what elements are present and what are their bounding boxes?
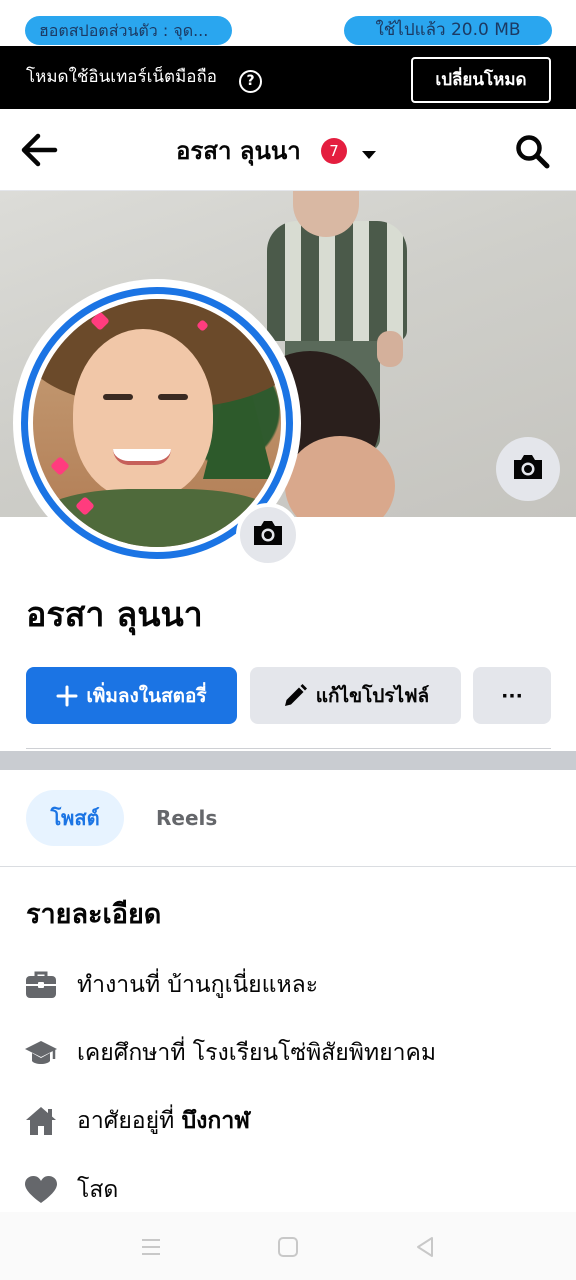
profile-name: อรสา ลุนนา bbox=[26, 595, 203, 635]
system-nav-bar bbox=[0, 1212, 576, 1280]
back-button-icon[interactable] bbox=[410, 1232, 440, 1262]
plus-icon bbox=[56, 685, 78, 707]
work-text: ทำงานที่ บ้านกูเนี่ยแหละ bbox=[77, 972, 319, 998]
hotspot-pill[interactable]: ฮอตสปอตส่วนตัว : จุด... bbox=[25, 16, 232, 45]
dropdown-caret-icon[interactable] bbox=[361, 146, 377, 159]
edit-profile-button[interactable]: แก้ไขโปรไฟล์ bbox=[250, 667, 461, 724]
graduation-cap-icon bbox=[24, 1037, 58, 1069]
back-arrow-icon[interactable] bbox=[20, 133, 58, 167]
detail-education: เคยศึกษาที่ โรงเรียนโซ่พิสัยพิทยาคม bbox=[0, 1033, 576, 1073]
more-dots-icon: ··· bbox=[501, 684, 523, 707]
page-title[interactable]: อรสา ลุนนา bbox=[176, 136, 301, 166]
profile-camera-button[interactable] bbox=[236, 503, 300, 567]
camera-icon bbox=[511, 452, 545, 486]
add-to-story-button[interactable]: เพิ่มลงในสตอรี่ bbox=[26, 667, 237, 724]
home-button-icon[interactable] bbox=[273, 1232, 303, 1262]
top-nav: อรสา ลุนนา 7 bbox=[0, 109, 576, 191]
details-heading: รายละเอียด bbox=[26, 899, 162, 930]
tab-posts[interactable]: โพสต์ bbox=[26, 790, 124, 846]
lives-text: อาศัยอยู่ที่ บึงกาฬ bbox=[77, 1105, 250, 1137]
switch-mode-button[interactable]: เปลี่ยนโหมด bbox=[411, 57, 551, 103]
help-icon[interactable]: ? bbox=[239, 70, 262, 93]
more-options-button[interactable]: ··· bbox=[473, 667, 551, 724]
recent-apps-icon[interactable] bbox=[136, 1232, 166, 1262]
pencil-icon bbox=[282, 683, 308, 709]
divider bbox=[0, 866, 576, 867]
detail-work: ทำงานที่ บ้านกูเนี่ยแหละ bbox=[0, 965, 576, 1005]
home-icon bbox=[24, 1105, 58, 1137]
avatar bbox=[33, 299, 281, 547]
search-icon[interactable] bbox=[514, 133, 550, 169]
heart-icon bbox=[24, 1174, 58, 1206]
lives-place[interactable]: บึงกาฬ bbox=[182, 1108, 250, 1134]
data-usage-pill[interactable]: ใช้ไปแล้ว 20.0 MB bbox=[344, 16, 552, 45]
add-to-story-label: เพิ่มลงในสตอรี่ bbox=[86, 684, 207, 707]
section-separator bbox=[0, 751, 576, 770]
notification-badge: 7 bbox=[321, 138, 347, 164]
tab-reels[interactable]: Reels bbox=[156, 790, 217, 846]
detail-lives: อาศัยอยู่ที่ บึงกาฬ bbox=[0, 1101, 576, 1141]
lives-prefix: อาศัยอยู่ที่ bbox=[77, 1108, 182, 1134]
detail-relationship: โสด bbox=[0, 1170, 576, 1210]
cover-camera-button[interactable] bbox=[496, 437, 560, 501]
data-mode-text: โหมดใช้อินเทอร์เน็ตมือถือ bbox=[26, 67, 218, 87]
camera-icon bbox=[251, 518, 285, 552]
edit-profile-label: แก้ไขโปรไฟล์ bbox=[315, 684, 430, 707]
divider bbox=[26, 748, 551, 749]
status-bar: ฮอตสปอตส่วนตัว : จุด... ใช้ไปแล้ว 20.0 M… bbox=[0, 0, 576, 46]
education-text: เคยศึกษาที่ โรงเรียนโซ่พิสัยพิทยาคม bbox=[77, 1040, 437, 1066]
relationship-text: โสด bbox=[77, 1177, 119, 1203]
briefcase-icon bbox=[24, 969, 58, 1001]
